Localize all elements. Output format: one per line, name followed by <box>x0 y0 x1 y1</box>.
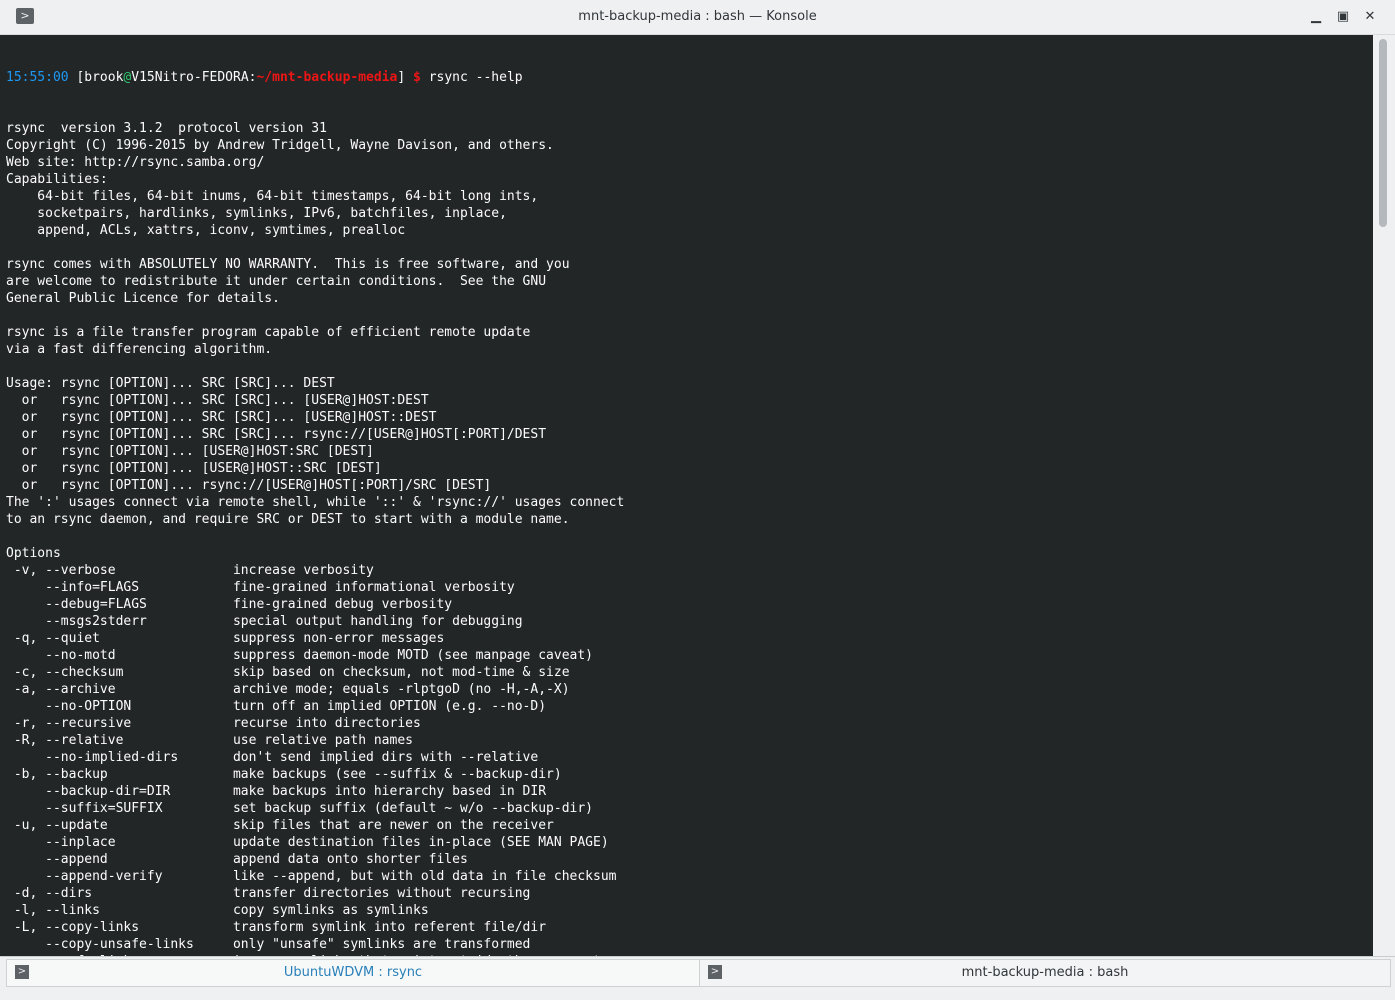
prompt-command: rsync --help <box>428 70 523 85</box>
terminal-line: to an rsync daemon, and require SRC or D… <box>6 512 570 527</box>
terminal-line: -b, --backup make backups (see --suffix … <box>6 767 562 782</box>
terminal-text: 15:55:00 [brook@V15Nitro-FEDORA:~/mnt-ba… <box>6 35 624 956</box>
terminal-line: -q, --quiet suppress non-error messages <box>6 631 445 646</box>
terminal-line: or rsync [OPTION]... [USER@]HOST::SRC [D… <box>6 461 382 476</box>
terminal-line: -d, --dirs transfer directories without … <box>6 886 531 901</box>
terminal-line: are welcome to redistribute it under cer… <box>6 274 547 289</box>
terminal-line: or rsync [OPTION]... SRC [SRC]... [USER@… <box>6 410 437 425</box>
terminal-line: --no-OPTION turn off an implied OPTION (… <box>6 699 547 714</box>
terminal-line: --append append data onto shorter files <box>6 852 468 867</box>
terminal-line: --info=FLAGS fine-grained informational … <box>6 580 515 595</box>
prompt-time: 15:55:00 <box>6 70 69 85</box>
terminal-line: Copyright (C) 1996-2015 by Andrew Tridge… <box>6 138 554 153</box>
terminal-line: -r, --recursive recurse into directories <box>6 716 421 731</box>
terminal-line: --msgs2stderr special output handling fo… <box>6 614 523 629</box>
terminal-line: rsync is a file transfer program capable… <box>6 325 531 340</box>
terminal-line: The ':' usages connect via remote shell,… <box>6 495 625 510</box>
terminal-line: --suffix=SUFFIX set backup suffix (defau… <box>6 801 593 816</box>
terminal-line: -R, --relative use relative path names <box>6 733 413 748</box>
terminal-line: Usage: rsync [OPTION]... SRC [SRC]... DE… <box>6 376 335 391</box>
terminal-line: Options <box>6 546 61 561</box>
terminal-line: -u, --update skip files that are newer o… <box>6 818 554 833</box>
prompt-path: ~/mnt-backup-media <box>256 70 398 85</box>
title-bar: > mnt-backup-media : bash — Konsole ▁ ▣ … <box>0 0 1395 35</box>
scrollbar-thumb[interactable] <box>1379 39 1387 227</box>
close-icon[interactable]: ✕ <box>1362 9 1378 25</box>
terminal-line: append, ACLs, xattrs, iconv, symtimes, p… <box>6 223 406 238</box>
terminal-line: or rsync [OPTION]... rsync://[USER@]HOST… <box>6 478 492 493</box>
window-title: mnt-backup-media : bash — Konsole <box>578 9 817 24</box>
terminal-line: or rsync [OPTION]... SRC [SRC]... rsync:… <box>6 427 547 442</box>
terminal-line: --no-implied-dirs don't send implied dir… <box>6 750 539 765</box>
terminal-line: or rsync [OPTION]... [USER@]HOST:SRC [DE… <box>6 444 374 459</box>
prompt-user: brook <box>84 70 124 85</box>
terminal-line: --inplace update destination files in-pl… <box>6 835 609 850</box>
terminal-line: General Public Licence for details. <box>6 291 280 306</box>
tab-label: mnt-backup-media : bash <box>961 965 1129 980</box>
maximize-icon[interactable]: ▣ <box>1335 9 1351 25</box>
prompt-host: V15Nitro-FEDORA <box>131 70 249 85</box>
terminal-line: rsync version 3.1.2 protocol version 31 <box>6 121 327 136</box>
terminal-line: rsync comes with ABSOLUTELY NO WARRANTY.… <box>6 257 570 272</box>
terminal-line: -l, --links copy symlinks as symlinks <box>6 903 429 918</box>
terminal-line: Web site: http://rsync.samba.org/ <box>6 155 265 170</box>
terminal-line: --debug=FLAGS fine-grained debug verbosi… <box>6 597 453 612</box>
terminal-line: via a fast differencing algorithm. <box>6 342 273 357</box>
terminal-line: socketpairs, hardlinks, symlinks, IPv6, … <box>6 206 507 221</box>
terminal-line: -v, --verbose increase verbosity <box>6 563 374 578</box>
prompt-close-bracket: ] <box>397 70 414 85</box>
tab-ubuntuwdvm-rsync[interactable]: > UbuntuWDVM : rsync <box>6 959 700 987</box>
tab-label: UbuntuWDVM : rsync <box>283 965 423 980</box>
terminal-scrollbar[interactable] <box>1373 35 1395 956</box>
prompt-dollar: $ <box>413 70 429 85</box>
prompt-line: 15:55:00 [brook@V15Nitro-FEDORA:~/mnt-ba… <box>6 69 624 86</box>
terminal-line: --backup-dir=DIR make backups into hiera… <box>6 784 547 799</box>
tab-bar: > UbuntuWDVM : rsync > mnt-backup-media … <box>0 956 1395 1000</box>
terminal-line: -c, --checksum skip based on checksum, n… <box>6 665 570 680</box>
terminal-line: --copy-unsafe-links only "unsafe" symlin… <box>6 937 531 952</box>
terminal-line: or rsync [OPTION]... SRC [SRC]... [USER@… <box>6 393 429 408</box>
terminal-line: -L, --copy-links transform symlink into … <box>6 920 547 935</box>
tab-mnt-backup-media-bash[interactable]: > mnt-backup-media : bash <box>699 959 1391 987</box>
terminal-line: --append-verify like --append, but with … <box>6 869 617 884</box>
terminal-line: --no-motd suppress daemon-mode MOTD (see… <box>6 648 593 663</box>
minimize-icon[interactable]: ▁ <box>1308 9 1324 25</box>
terminal-line: Capabilities: <box>6 172 108 187</box>
terminal-output[interactable]: 15:55:00 [brook@V15Nitro-FEDORA:~/mnt-ba… <box>0 35 1373 956</box>
prompt-open-bracket: [ <box>68 70 85 85</box>
terminal-line: 64-bit files, 64-bit inums, 64-bit times… <box>6 189 539 204</box>
terminal-line: -a, --archive archive mode; equals -rlpt… <box>6 682 570 697</box>
